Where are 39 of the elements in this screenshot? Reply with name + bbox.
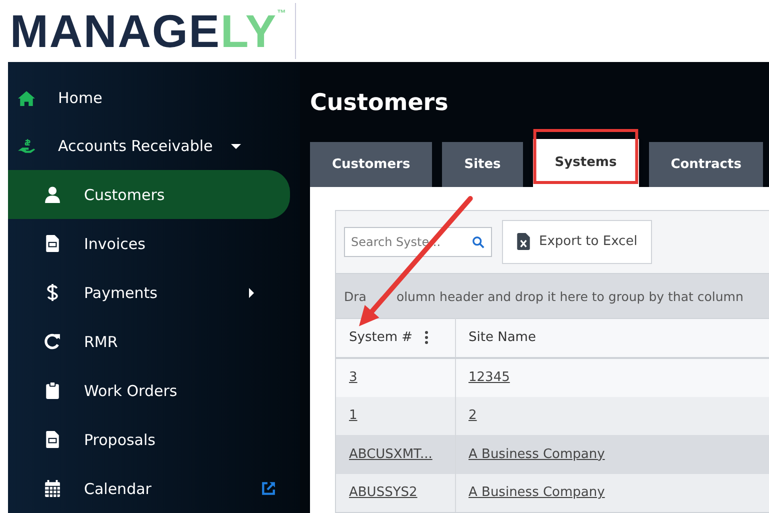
dollar-icon [44, 284, 61, 301]
nav-item[interactable]: Work Orders [8, 366, 300, 415]
calendar-icon [44, 480, 61, 497]
table-link[interactable]: 12345 [468, 370, 510, 386]
nav-item[interactable]: Proposals [8, 415, 300, 464]
table-link[interactable]: 2 [468, 408, 477, 424]
export-button[interactable]: Export to Excel [502, 220, 652, 264]
nav-item[interactable]: Home [8, 74, 300, 122]
group-hint: Dra [344, 288, 366, 304]
nav-item[interactable]: Payments [8, 268, 300, 317]
search-icon [472, 236, 485, 248]
table-link[interactable]: A Business Company [468, 446, 605, 462]
tab[interactable]: Sites [442, 142, 523, 186]
home-icon [18, 90, 35, 106]
nav-item[interactable]: RMR [8, 317, 300, 366]
column-header[interactable]: Site Name [468, 330, 536, 346]
nav-item[interactable]: Calendar [8, 464, 300, 513]
tab[interactable]: Customers [310, 142, 432, 186]
table-link[interactable]: ABUSSYS2 [349, 485, 418, 500]
table-link[interactable]: ABCUSXMT... [349, 446, 432, 462]
hand-money-icon [18, 138, 35, 154]
table-link[interactable]: 1 [349, 408, 358, 424]
nav-item[interactable]: Invoices [8, 219, 300, 268]
document-icon [44, 431, 61, 448]
logo: MANAGELY$^{™}$ [10, 3, 296, 59]
table-link[interactable]: A Business Company [468, 485, 605, 500]
document-icon [44, 235, 61, 252]
person-icon [44, 186, 61, 203]
group-hint: olumn header and drop it here to group by that column [396, 288, 744, 304]
page-title: Customers [310, 90, 450, 118]
kebab-menu-icon[interactable] [424, 331, 429, 344]
refresh-icon [44, 333, 61, 350]
caret-down-icon [230, 144, 241, 148]
nav-item[interactable]: Customers [8, 170, 290, 219]
tab[interactable]: Contracts [648, 142, 764, 186]
table-link[interactable]: 3 [349, 370, 358, 386]
excel-file-icon [517, 233, 530, 250]
nav-item[interactable]: Accounts Receivable [8, 122, 300, 170]
clipboard-icon [44, 382, 61, 399]
